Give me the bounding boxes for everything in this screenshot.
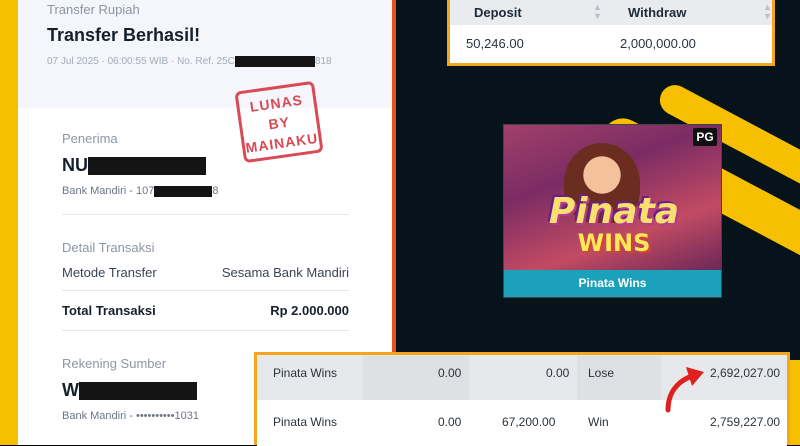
game-logo-line2: WINS (577, 229, 651, 257)
result-cell: Win (588, 415, 609, 429)
payout-cell: 0.00 (546, 366, 570, 380)
game-caption: Pinata Wins (504, 270, 721, 297)
receipt-title: Transfer Berhasil! (47, 25, 201, 45)
recipient-label: Penerima (62, 131, 118, 146)
redaction-bar (79, 382, 197, 401)
header-label: Transfer Rupiah (47, 2, 140, 17)
transaction-meta: 07 Jul 2025 · 06:00:55 WIB · No. Ref. 25… (47, 56, 332, 67)
redaction-bar (88, 157, 206, 176)
table-row: 50,246.00 2,000,000.00 (450, 25, 772, 63)
bet-cell: 0.00 (438, 415, 462, 429)
recipient-bank-prefix: Bank Mandiri - 107 (62, 185, 155, 197)
deposit-withdraw-table: Deposit ▲ ▼ Withdraw ▲ ▼ 50,246.00 2,000,0… (447, 0, 775, 66)
recipient-account: Bank Mandiri - 107 8 (62, 185, 218, 197)
meta-suffix: 818 (314, 56, 332, 68)
paid-stamp: LUNAS BY MAINAKU (234, 80, 324, 164)
sort-icon[interactable]: ▲ ▼ (763, 3, 772, 21)
divider (62, 290, 349, 291)
total-value: Rp 2.000.000 (270, 303, 349, 318)
total-label: Total Transaksi (62, 303, 156, 318)
bet-history-table: Pinata Wins 0.00 0.00 Lose 2,692,027.00 … (254, 352, 790, 446)
source-name: W (62, 380, 197, 401)
redaction-bar (154, 185, 213, 197)
source-account: Bank Mandiri - ••••••••••1031 (62, 410, 199, 422)
withdraw-value: 2,000,000.00 (620, 36, 696, 51)
bet-cell: 0.00 (438, 366, 462, 380)
game-tile[interactable]: Pinata WINS PG Pinata Wins (503, 124, 722, 298)
redaction-bar (234, 56, 315, 67)
provider-badge: PG (693, 128, 717, 146)
source-name-visible: W (62, 380, 79, 400)
sort-icon[interactable]: ▲ ▼ (593, 3, 602, 21)
game-logo-line1: Pinata (548, 191, 680, 232)
recipient-bank-suffix: 8 (212, 185, 219, 197)
game-cell: Pinata Wins (273, 415, 338, 429)
recipient-name: NU (62, 155, 206, 176)
orange-edge (392, 0, 396, 360)
divider (62, 214, 349, 215)
withdraw-header[interactable]: Withdraw (628, 0, 686, 25)
recipient-name-visible: NU (62, 155, 88, 175)
payout-cell: 67,200.00 (502, 415, 556, 429)
source-label: Rekening Sumber (62, 356, 167, 371)
balance-cell: 2,759,227.00 (710, 415, 781, 429)
result-cell: Lose (588, 366, 615, 380)
balance-cell: 2,692,027.00 (710, 366, 781, 380)
deposit-header[interactable]: Deposit (474, 0, 522, 25)
method-label: Metode Transfer (62, 265, 157, 280)
divider (62, 330, 349, 331)
deposit-value: 50,246.00 (466, 36, 524, 51)
game-artwork: Pinata WINS PG (504, 125, 721, 270)
method-value: Sesama Bank Mandiri (221, 265, 349, 280)
meta-prefix: 07 Jul 2025 · 06:00:55 WIB · No. Ref. 25… (47, 56, 235, 68)
table-header: Deposit ▲ ▼ Withdraw ▲ ▼ (450, 0, 772, 25)
details-label: Detail Transaksi (62, 240, 155, 255)
pointer-arrow-icon (665, 367, 704, 413)
game-cell: Pinata Wins (273, 366, 338, 380)
